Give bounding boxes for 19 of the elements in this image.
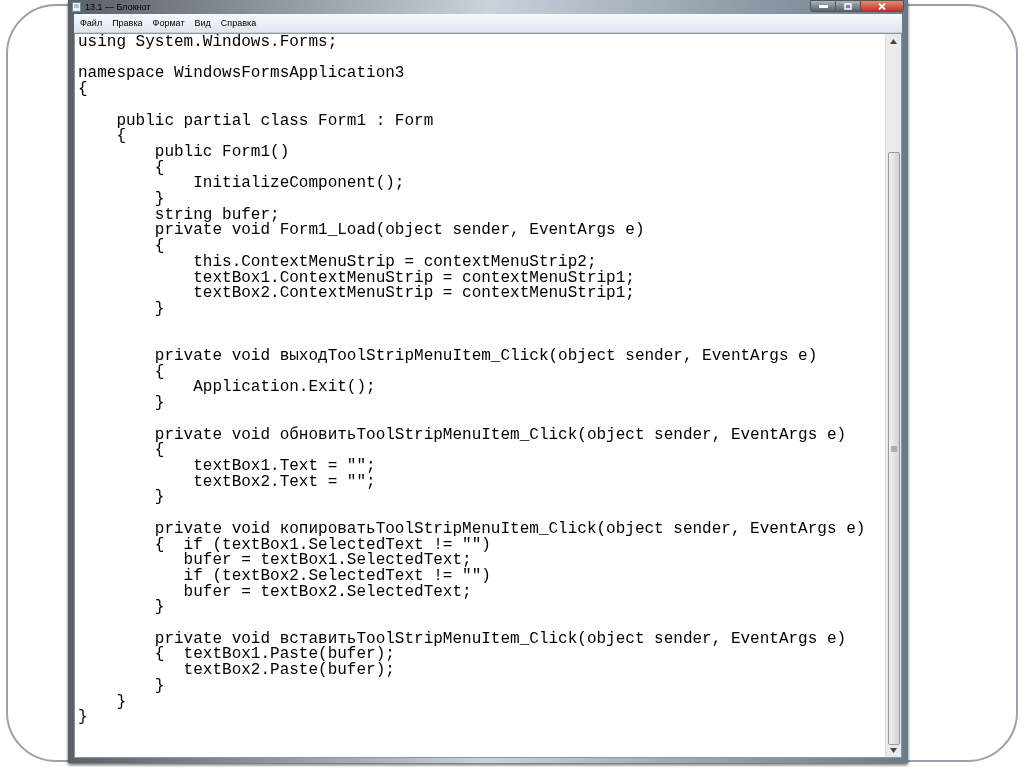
scroll-up-icon[interactable] [890, 39, 897, 44]
vertical-scrollbar[interactable] [885, 34, 901, 757]
close-icon [878, 2, 886, 10]
scroll-down-icon[interactable] [890, 748, 897, 753]
menu-item[interactable]: Правка [112, 17, 143, 29]
minimize-button[interactable] [810, 0, 836, 12]
close-button[interactable] [860, 0, 904, 12]
minimize-icon [818, 4, 828, 8]
menu-item[interactable]: Справка [220, 17, 257, 29]
menu-item[interactable]: Файл [80, 17, 103, 29]
grip-icon [890, 445, 897, 452]
maximize-icon [844, 2, 852, 10]
menu-item[interactable]: Вид [194, 17, 211, 29]
notepad-icon [72, 2, 81, 12]
window-title: 13.1 — Блокнот [85, 1, 151, 13]
maximize-button[interactable] [836, 0, 860, 12]
menu-item[interactable]: Формат [152, 17, 185, 29]
code-text: using System.Windows.Forms; namespace WindowsFormsApplication3 { public partial class Form1 : Form { public Form1() { InitializeComponent(); } string bufer; private void Form1_Load(object sender, EventArgs e) { this.ContextMenuStrip = contextMenuStrip2; textBox1.ContextMenuStrip = contextMenuStrip1; textBox2.ContextMenuStrip = contextMenuStrip1; } private void выходToolStripMenuItem_Click(object sender, EventArgs e) { Application.Exit(); } private void обновитьToolStripMenuItem_Click(object sender, EventArgs e) { textBox1.Text = ""; textBox2.Text = ""; } private void копироватьToolStripMenuItem_Click(object sender, EventArgs e) { if (textBox1.SelectedText != "") bufer = textBox1.SelectedText; if (textBox2.SelectedText != "") bufer = textBox2.SelectedText; } private void вставитьToolStripMenuItem_Click(object sender, EventArgs e) { textBox1.Paste(bufer); textBox2.Paste(bufer); } } } [77, 34, 867, 729]
scrollbar-thumb[interactable] [887, 152, 900, 745]
